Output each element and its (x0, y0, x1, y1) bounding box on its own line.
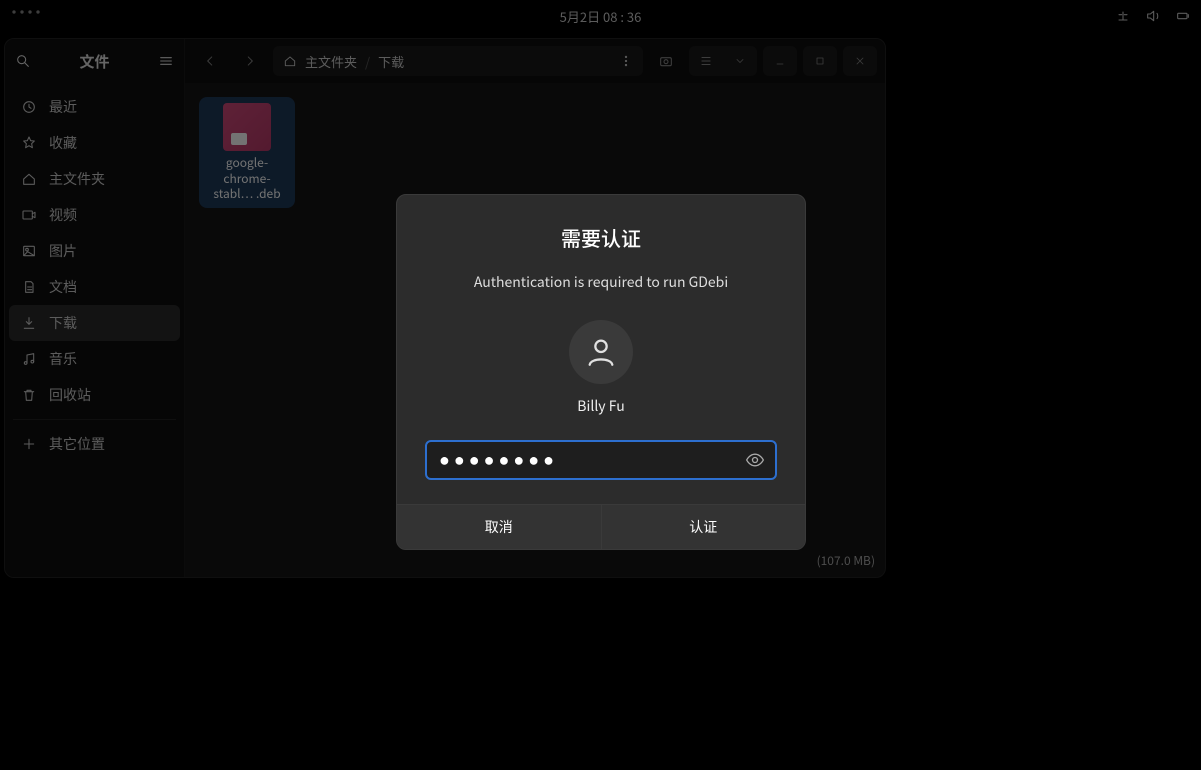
username: Billy Fu (577, 396, 624, 416)
user-icon (584, 335, 618, 369)
eye-icon (745, 450, 765, 470)
authenticate-button[interactable]: 认证 (601, 505, 806, 549)
password-wrap (425, 440, 777, 480)
dialog-message: Authentication is required to run GDebi (474, 272, 728, 292)
confirm-label: 认证 (689, 517, 717, 537)
auth-dialog: 需要认证 Authentication is required to run G… (396, 194, 806, 550)
dialog-title: 需要认证 (561, 223, 641, 252)
cancel-label: 取消 (485, 517, 513, 537)
cancel-button[interactable]: 取消 (397, 505, 601, 549)
dialog-body: 需要认证 Authentication is required to run G… (397, 195, 805, 504)
password-input[interactable] (425, 440, 777, 480)
dialog-actions: 取消 认证 (397, 504, 805, 549)
show-password-button[interactable] (739, 444, 771, 476)
avatar (569, 320, 633, 384)
